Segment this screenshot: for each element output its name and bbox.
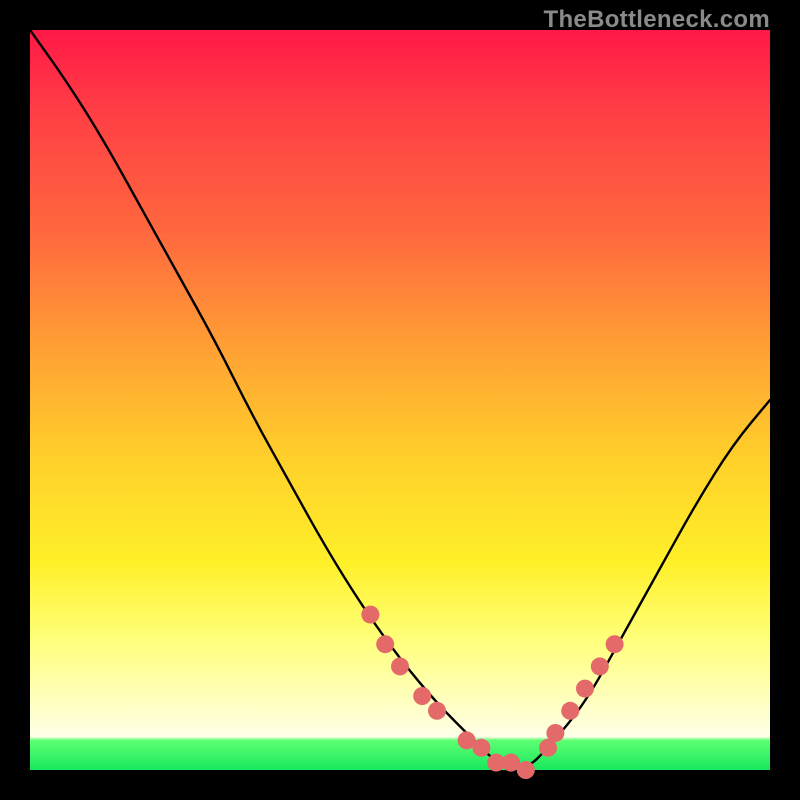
highlight-dot xyxy=(576,680,594,698)
highlight-dot xyxy=(591,657,609,675)
chart-plot-area xyxy=(30,30,770,770)
chart-svg xyxy=(30,30,770,770)
chart-frame: TheBottleneck.com xyxy=(0,0,800,800)
highlight-dot xyxy=(376,635,394,653)
highlight-dot xyxy=(413,687,431,705)
bottleneck-curve xyxy=(30,30,770,767)
highlight-dot xyxy=(391,657,409,675)
highlight-dot xyxy=(472,739,490,757)
highlight-dot xyxy=(517,761,535,779)
highlight-dot xyxy=(606,635,624,653)
watermark-text: TheBottleneck.com xyxy=(544,6,770,34)
highlight-dot xyxy=(546,724,564,742)
highlight-dot xyxy=(561,702,579,720)
highlight-dot xyxy=(361,606,379,624)
highlight-dots-group xyxy=(361,606,623,779)
highlight-dot xyxy=(428,702,446,720)
